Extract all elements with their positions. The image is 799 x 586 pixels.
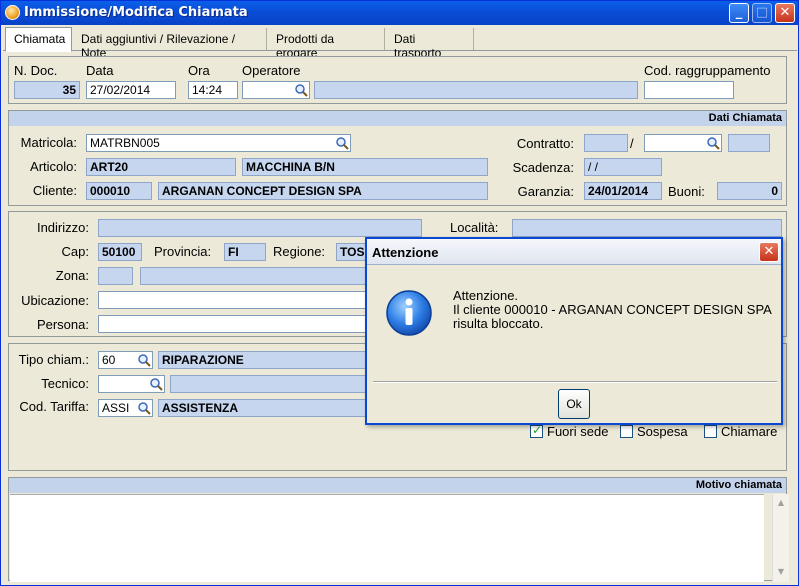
articolo-label: Articolo: (30, 159, 77, 174)
minimize-button[interactable]: _ (729, 3, 749, 23)
info-icon (385, 289, 433, 337)
operatore-desc-field (314, 81, 638, 99)
contratto-label: Contratto: (516, 136, 574, 151)
fuori-sede-label: Fuori sede (547, 424, 609, 439)
cod-tariffa-code-field[interactable]: ASSI (98, 399, 153, 417)
cap-field[interactable]: 50100 (98, 243, 142, 261)
dialog-close-button[interactable]: ✕ (759, 242, 779, 262)
tab-dati-trasporto[interactable]: Dati trasporto (386, 28, 474, 60)
cliente-label: Cliente: (32, 183, 77, 198)
indirizzo-label: Indirizzo: (36, 220, 89, 235)
title-bar[interactable]: Immissione/Modifica Chiamata _ □ ✕ (1, 1, 798, 25)
motivo-chiamata-header: Motivo chiamata (9, 478, 786, 493)
cod-raggruppamento-label: Cod. raggruppamento (644, 63, 771, 78)
buoni-field[interactable]: 0 (717, 182, 782, 200)
magnifier-icon[interactable] (706, 136, 720, 150)
scadenza-field[interactable]: / / (584, 158, 662, 176)
matricola-field[interactable]: MATRBN005 (86, 134, 351, 152)
dialog-message: Attenzione. Il cliente 000010 - ARGANAN … (453, 289, 772, 331)
tab-chiamata[interactable]: Chiamata (5, 27, 72, 52)
magnifier-icon[interactable] (137, 401, 151, 415)
localita-field[interactable] (512, 219, 782, 237)
app-icon (5, 5, 20, 20)
chiamare-checkbox[interactable] (704, 425, 717, 438)
scroll-up-icon[interactable]: ▲ (775, 497, 787, 509)
data-label: Data (86, 63, 114, 78)
tecnico-code-field[interactable] (98, 375, 165, 393)
magnifier-icon[interactable] (149, 377, 163, 391)
sospesa-checkbox[interactable] (620, 425, 633, 438)
tab-bar: Chiamata Dati aggiuntivi / Rilevazione /… (3, 27, 797, 60)
dialog-title-bar[interactable]: Attenzione ✕ (367, 239, 781, 265)
motivo-chiamata-textarea[interactable] (10, 494, 764, 582)
provincia-label: Provincia: (154, 244, 212, 259)
window-title: Immissione/Modifica Chiamata (24, 5, 248, 20)
dati-chiamata-group: Dati Chiamata Matricola: MATRBN005 Artic… (8, 110, 787, 206)
ora-field[interactable]: 14:24 (188, 81, 238, 99)
garanzia-field[interactable]: 24/01/2014 (584, 182, 662, 200)
motivo-chiamata-group: Motivo chiamata ▲ ▼ (8, 477, 789, 582)
dialog-title: Attenzione (372, 245, 439, 260)
chiamare-label: Chiamare (721, 424, 778, 439)
sospesa-label: Sospesa (637, 424, 688, 439)
cod-tariffa-label: Cod. Tariffa: (19, 399, 89, 414)
buoni-label: Buoni: (668, 184, 705, 199)
ora-label: Ora (188, 63, 210, 78)
tecnico-label: Tecnico: (41, 376, 89, 391)
regione-label: Regione: (273, 244, 326, 259)
operatore-label: Operatore (242, 63, 301, 78)
tecnico-desc-field (170, 375, 390, 393)
contratto-field-2[interactable] (644, 134, 722, 152)
operatore-field[interactable] (242, 81, 310, 99)
tipo-chiamata-desc-field: RIPARAZIONE (158, 351, 388, 369)
maximize-button[interactable]: □ (752, 3, 772, 23)
garanzia-label: Garanzia: (517, 184, 574, 199)
ubicazione-label: Ubicazione: (21, 293, 89, 308)
cod-raggruppamento-field[interactable] (644, 81, 734, 99)
indirizzo-field[interactable] (98, 219, 422, 237)
provincia-field[interactable]: FI (224, 243, 266, 261)
tab-prodotti[interactable]: Prodotti da erogare (268, 28, 385, 60)
tab-dati-aggiuntivi[interactable]: Dati aggiuntivi / Rilevazione / Note (73, 28, 267, 60)
persona-label: Persona: (36, 317, 89, 332)
ndoc-field[interactable]: 35 (14, 81, 80, 99)
cod-tariffa-desc-field: ASSISTENZA (158, 399, 388, 417)
matricola-label: Matricola: (20, 135, 77, 150)
persona-field[interactable] (98, 315, 388, 333)
zona-desc-field (140, 267, 390, 285)
doc-header-group: N. Doc. 35 Data 27/02/2014 Ora 14:24 Ope… (8, 56, 787, 104)
articolo-desc-field: MACCHINA B/N (242, 158, 488, 176)
zona-label: Zona: (55, 268, 89, 283)
articolo-code-field[interactable]: ART20 (86, 158, 236, 176)
scroll-down-icon[interactable]: ▼ (775, 566, 787, 578)
dialog-message-line-1: Attenzione. (453, 288, 519, 303)
dialog-message-line-3: risulta bloccato. (453, 316, 544, 331)
tipo-chiamata-label: Tipo chiam.: (18, 352, 89, 367)
ok-button[interactable]: Ok (558, 389, 590, 419)
ubicazione-field[interactable] (98, 291, 388, 309)
zona-code-field[interactable] (98, 267, 133, 285)
scadenza-label: Scadenza: (512, 160, 574, 175)
vertical-scrollbar[interactable]: ▲ ▼ (772, 494, 789, 582)
contratto-separator: / (630, 136, 634, 151)
contratto-field-1[interactable] (584, 134, 628, 152)
magnifier-icon[interactable] (335, 136, 349, 150)
contratto-field-3 (728, 134, 770, 152)
cliente-desc-field: ARGANAN CONCEPT DESIGN SPA (158, 182, 488, 200)
localita-label: Località: (450, 220, 499, 235)
dati-chiamata-header: Dati Chiamata (9, 111, 786, 126)
tipo-chiamata-code-field[interactable]: 60 (98, 351, 153, 369)
dialog-separator (373, 381, 777, 383)
check-icon: ✓ (532, 423, 543, 437)
dialog-message-line-2: Il cliente 000010 - ARGANAN CONCEPT DESI… (453, 302, 772, 317)
magnifier-icon[interactable] (137, 353, 151, 367)
attenzione-dialog: Attenzione ✕ Attenzione. Il cliente 0000… (365, 237, 783, 425)
magnifier-icon[interactable] (294, 83, 308, 97)
data-field[interactable]: 27/02/2014 (86, 81, 176, 99)
fuori-sede-checkbox[interactable]: ✓ (530, 423, 543, 438)
close-button[interactable]: ✕ (775, 3, 795, 23)
cliente-code-field[interactable]: 000010 (86, 182, 152, 200)
cap-label: Cap: (61, 244, 89, 259)
ndoc-label: N. Doc. (14, 63, 58, 78)
